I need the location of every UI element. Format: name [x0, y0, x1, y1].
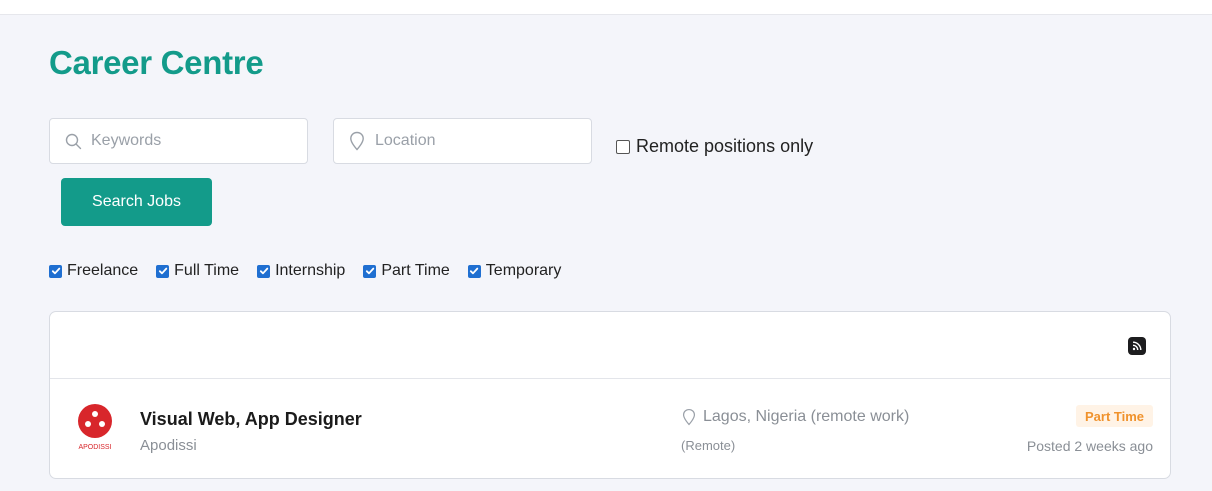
map-pin-icon	[682, 408, 696, 426]
remote-only-checkbox[interactable]	[616, 139, 630, 154]
job-type-badge: Part Time	[1075, 405, 1153, 427]
filter-internship[interactable]: Internship	[257, 262, 345, 280]
filter-freelance[interactable]: Freelance	[49, 262, 138, 280]
filter-label: Freelance	[67, 262, 139, 279]
page-title: Career Centre	[49, 44, 264, 81]
job-listings-card: APODISSI Visual Web, App Designer Apodis…	[49, 311, 1171, 479]
search-jobs-button[interactable]: Search Jobs	[61, 178, 212, 226]
filter-temporary[interactable]: Temporary	[467, 262, 562, 280]
job-type-filters: Freelance Full Time Internship Part Time…	[49, 262, 579, 280]
remote-only-toggle[interactable]: Remote positions only	[616, 136, 813, 157]
filter-label: Full Time	[174, 262, 240, 279]
rss-icon[interactable]	[1128, 337, 1146, 355]
checkbox-checked-icon[interactable]	[363, 264, 377, 278]
keywords-field[interactable]	[49, 118, 308, 164]
checkbox-checked-icon[interactable]	[156, 264, 170, 278]
listings-header	[50, 312, 1170, 379]
company-logo: APODISSI	[74, 401, 116, 455]
checkbox-checked-icon[interactable]	[257, 264, 271, 278]
posted-date: Posted 2 weeks ago	[1026, 438, 1153, 454]
top-bar	[0, 0, 1212, 15]
location-text: Lagos, Nigeria (remote work)	[703, 408, 910, 425]
job-title[interactable]: Visual Web, App Designer	[140, 409, 362, 430]
logo-wordmark: APODISSI	[78, 444, 111, 451]
remote-only-label: Remote positions only	[636, 136, 814, 156]
filter-label: Temporary	[485, 262, 562, 279]
job-listing-item[interactable]: APODISSI Visual Web, App Designer Apodis…	[50, 379, 1170, 479]
location-input[interactable]	[375, 132, 575, 150]
location-field[interactable]	[333, 118, 592, 164]
filter-label: Part Time	[381, 262, 450, 279]
map-pin-icon	[348, 131, 366, 151]
search-icon	[64, 132, 82, 150]
remote-tag: (Remote)	[681, 438, 736, 453]
filter-full-time[interactable]: Full Time	[156, 262, 239, 280]
job-location: Lagos, Nigeria (remote work)	[682, 408, 909, 426]
filter-label: Internship	[275, 262, 346, 279]
checkbox-checked-icon[interactable]	[49, 264, 62, 278]
filter-part-time[interactable]: Part Time	[363, 262, 450, 280]
company-name: Apodissi	[140, 437, 197, 454]
checkbox-checked-icon[interactable]	[467, 264, 481, 278]
keywords-input[interactable]	[91, 132, 291, 150]
